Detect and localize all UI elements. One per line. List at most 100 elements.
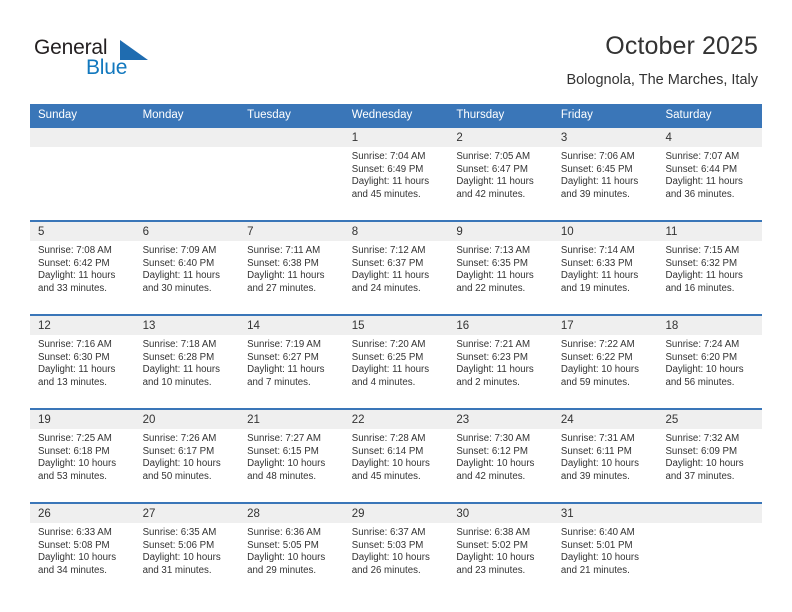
calendar-day-cell[interactable]: 16 Sunrise: 7:21 AM Sunset: 6:23 PM Dayligh… xyxy=(448,314,553,408)
day-details: Sunrise: 7:25 AM Sunset: 6:18 PM Daylight:… xyxy=(30,429,135,483)
calendar-day-cell[interactable]: 11 Sunrise: 7:15 AM Sunset: 6:32 PM Dayligh… xyxy=(657,220,763,314)
day-number-band: 9 xyxy=(448,222,553,241)
calendar-day-cell[interactable]: 28 Sunrise: 6:36 AM Sunset: 5:05 PM Dayligh… xyxy=(239,502,344,596)
daylight-text-line2: and 26 minutes. xyxy=(351,564,421,576)
calendar-day-cell[interactable]: 4 Sunrise: 7:07 AM Sunset: 6:44 PM Daylight… xyxy=(657,126,763,220)
sunset-text: Sunset: 6:11 PM xyxy=(560,445,632,457)
daylight-text-line2: and 42 minutes. xyxy=(456,470,526,482)
sunrise-text: Sunrise: 7:20 AM xyxy=(351,339,426,350)
calendar-week-row: 12 Sunrise: 7:16 AM Sunset: 6:30 PM Dayligh… xyxy=(30,314,763,408)
sunrise-text: Sunrise: 6:35 AM xyxy=(142,527,217,538)
day-number-band: 28 xyxy=(239,504,344,523)
daylight-text-line1: Daylight: 10 hours xyxy=(142,552,221,564)
sunrise-text: Sunrise: 7:16 AM xyxy=(38,339,112,350)
sunrise-text: Sunrise: 7:07 AM xyxy=(665,151,740,162)
daylight-text-line2: and 29 minutes. xyxy=(247,564,317,576)
sunrise-text: Sunrise: 7:11 AM xyxy=(247,245,321,256)
calendar-day-cell[interactable]: 17 Sunrise: 7:22 AM Sunset: 6:22 PM Dayligh… xyxy=(552,314,658,408)
day-number-band: 10 xyxy=(552,222,658,241)
calendar-day-cell[interactable]: 7 Sunrise: 7:11 AM Sunset: 6:38 PM Daylight… xyxy=(239,220,344,314)
day-number-band: 27 xyxy=(134,504,240,523)
sunset-text: Sunset: 5:01 PM xyxy=(560,539,633,551)
daylight-text-line1: Daylight: 11 hours xyxy=(560,270,639,282)
calendar-day-cell[interactable]: 12 Sunrise: 7:16 AM Sunset: 6:30 PM Dayligh… xyxy=(30,314,135,408)
sunset-text: Sunset: 6:35 PM xyxy=(456,257,528,269)
calendar-day-cell[interactable]: 21 Sunrise: 7:27 AM Sunset: 6:15 PM Dayligh… xyxy=(239,408,344,502)
daylight-text-line2: and 30 minutes. xyxy=(142,282,212,294)
calendar-day-cell[interactable]: 6 Sunrise: 7:09 AM Sunset: 6:40 PM Daylight… xyxy=(134,220,240,314)
calendar-day-cell[interactable]: 27 Sunrise: 6:35 AM Sunset: 5:06 PM Dayligh… xyxy=(134,502,240,596)
sunset-text: Sunset: 6:23 PM xyxy=(456,351,528,363)
calendar-day-cell[interactable]: 2 Sunrise: 7:05 AM Sunset: 6:47 PM Daylight… xyxy=(448,126,553,220)
day-number-band: 25 xyxy=(657,410,763,429)
daylight-text-line2: and 39 minutes. xyxy=(560,188,630,200)
daylight-text-line1: Daylight: 11 hours xyxy=(665,270,743,282)
daylight-text-line1: Daylight: 10 hours xyxy=(247,552,326,564)
sunrise-text: Sunrise: 7:24 AM xyxy=(665,339,740,350)
day-number-band: 13 xyxy=(134,316,240,335)
day-number-band: 24 xyxy=(552,410,658,429)
day-details: Sunrise: 7:21 AM Sunset: 6:23 PM Daylight:… xyxy=(448,335,553,389)
calendar-day-cell[interactable]: 14 Sunrise: 7:19 AM Sunset: 6:27 PM Dayligh… xyxy=(239,314,344,408)
sunrise-text: Sunrise: 6:40 AM xyxy=(560,527,635,538)
day-number-band: 2 xyxy=(448,128,553,147)
calendar-day-cell[interactable]: 18 Sunrise: 7:24 AM Sunset: 6:20 PM Dayligh… xyxy=(657,314,763,408)
daylight-text-line1: Daylight: 11 hours xyxy=(456,364,534,376)
day-number: 28 xyxy=(247,508,260,520)
calendar-day-cell[interactable]: 15 Sunrise: 7:20 AM Sunset: 6:25 PM Dayligh… xyxy=(343,314,449,408)
sunrise-text: Sunrise: 7:13 AM xyxy=(456,245,531,256)
day-number-band: 26 xyxy=(30,504,135,523)
calendar-day-cell[interactable]: 5 Sunrise: 7:08 AM Sunset: 6:42 PM Daylight… xyxy=(30,220,135,314)
day-number: 16 xyxy=(456,320,470,332)
daylight-text-line2: and 31 minutes. xyxy=(142,564,212,576)
daylight-text-line2: and 50 minutes. xyxy=(142,470,212,482)
calendar-day-cell[interactable]: 1 Sunrise: 7:04 AM Sunset: 6:49 PM Daylight… xyxy=(343,126,449,220)
calendar-day-cell[interactable]: 10 Sunrise: 7:14 AM Sunset: 6:33 PM Dayligh… xyxy=(552,220,658,314)
calendar-day-cell[interactable]: 13 Sunrise: 7:18 AM Sunset: 6:28 PM Dayligh… xyxy=(134,314,240,408)
sunrise-text: Sunrise: 7:14 AM xyxy=(560,245,635,256)
calendar-day-cell[interactable]: 3 Sunrise: 7:06 AM Sunset: 6:45 PM Daylight… xyxy=(552,126,658,220)
day-details: Sunrise: 6:38 AM Sunset: 5:02 PM Daylight:… xyxy=(448,523,553,577)
calendar-day-cell[interactable]: 23 Sunrise: 7:30 AM Sunset: 6:12 PM Dayligh… xyxy=(448,408,553,502)
calendar-day-cell[interactable]: 31 Sunrise: 6:40 AM Sunset: 5:01 PM Dayligh… xyxy=(552,502,658,596)
day-number: 2 xyxy=(456,132,463,144)
calendar-day-cell[interactable]: 25 Sunrise: 7:32 AM Sunset: 6:09 PM Dayligh… xyxy=(657,408,763,502)
day-details: Sunrise: 7:15 AM Sunset: 6:32 PM Daylight:… xyxy=(657,241,762,295)
calendar-day-cell[interactable]: 24 Sunrise: 7:31 AM Sunset: 6:11 PM Dayligh… xyxy=(552,408,658,502)
day-number-band: 1 xyxy=(343,128,449,147)
sunrise-text: Sunrise: 7:22 AM xyxy=(560,339,635,350)
title-block: October 2025 Bolognola, The Marches, Ita… xyxy=(566,30,758,89)
calendar-day-cell[interactable]: 30 Sunrise: 6:38 AM Sunset: 5:02 PM Dayligh… xyxy=(448,502,553,596)
calendar-day-cell-empty xyxy=(134,126,240,220)
daylight-text-line1: Daylight: 11 hours xyxy=(351,364,430,376)
daylight-text-line2: and 13 minutes. xyxy=(38,376,107,388)
calendar-week-row: 5 Sunrise: 7:08 AM Sunset: 6:42 PM Daylight… xyxy=(30,220,763,314)
day-details: Sunrise: 7:19 AM Sunset: 6:27 PM Daylight:… xyxy=(239,335,344,389)
daylight-text-line2: and 56 minutes. xyxy=(665,376,735,388)
day-details: Sunrise: 7:04 AM Sunset: 6:49 PM Daylight:… xyxy=(344,147,449,201)
sunset-text: Sunset: 6:22 PM xyxy=(560,351,633,363)
day-details: Sunrise: 7:08 AM Sunset: 6:42 PM Daylight:… xyxy=(30,241,135,295)
sunrise-text: Sunrise: 7:08 AM xyxy=(38,245,112,256)
day-number-band: 7 xyxy=(239,222,344,241)
calendar-day-cell[interactable]: 8 Sunrise: 7:12 AM Sunset: 6:37 PM Daylight… xyxy=(343,220,449,314)
daylight-text-line1: Daylight: 10 hours xyxy=(560,364,639,376)
daylight-text-line1: Daylight: 10 hours xyxy=(560,458,639,470)
day-details: Sunrise: 7:24 AM Sunset: 6:20 PM Daylight:… xyxy=(657,335,762,389)
calendar-day-cell[interactable]: 29 Sunrise: 6:37 AM Sunset: 5:03 PM Dayligh… xyxy=(343,502,449,596)
sunset-text: Sunset: 6:09 PM xyxy=(665,445,738,457)
calendar-day-cell[interactable]: 20 Sunrise: 7:26 AM Sunset: 6:17 PM Dayligh… xyxy=(134,408,240,502)
day-number: 29 xyxy=(351,508,365,520)
sunset-text: Sunset: 5:08 PM xyxy=(38,539,110,551)
day-number: 15 xyxy=(351,320,365,332)
calendar-day-cell[interactable]: 26 Sunrise: 6:33 AM Sunset: 5:08 PM Dayligh… xyxy=(30,502,135,596)
day-number: 31 xyxy=(560,508,574,520)
daylight-text-line1: Daylight: 10 hours xyxy=(351,552,430,564)
calendar-day-cell[interactable]: 19 Sunrise: 7:25 AM Sunset: 6:18 PM Dayligh… xyxy=(30,408,135,502)
calendar-day-cell[interactable]: 22 Sunrise: 7:28 AM Sunset: 6:14 PM Dayligh… xyxy=(343,408,449,502)
day-details: Sunrise: 7:05 AM Sunset: 6:47 PM Daylight:… xyxy=(448,147,553,201)
calendar-day-cell[interactable]: 9 Sunrise: 7:13 AM Sunset: 6:35 PM Daylight… xyxy=(448,220,553,314)
weekday-header-sunday: Sunday xyxy=(38,109,78,121)
daylight-text-line1: Daylight: 10 hours xyxy=(351,458,430,470)
day-number-band: 4 xyxy=(657,128,763,147)
